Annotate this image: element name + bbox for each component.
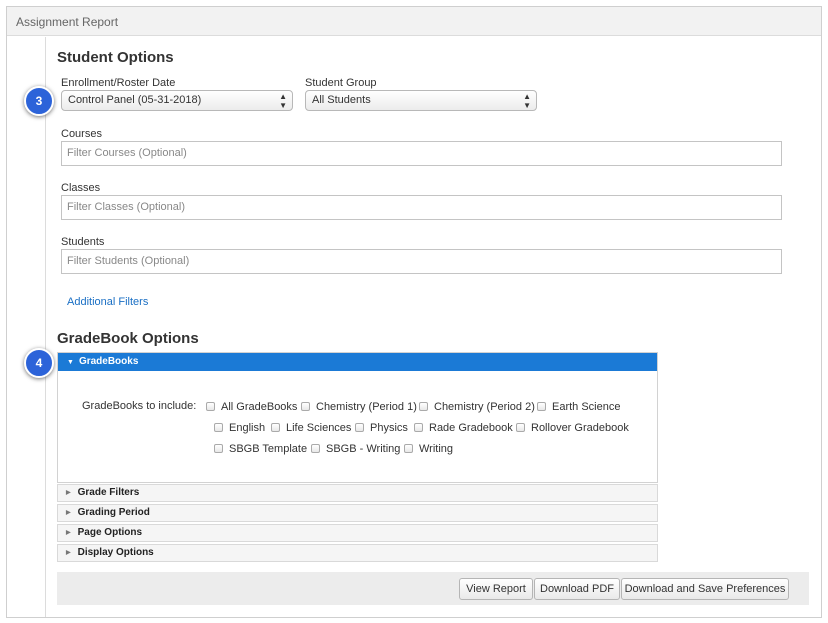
gradebook-checkbox[interactable]: SBGB - Writing (311, 442, 400, 456)
gradebook-checkbox[interactable]: Chemistry (Period 1) (301, 400, 417, 414)
checkbox-icon[interactable] (301, 402, 310, 411)
gradebook-checkbox[interactable]: Writing (404, 442, 453, 456)
title-bar: Assignment Report (7, 7, 821, 36)
checkbox-icon[interactable] (516, 423, 525, 432)
students-filter-input[interactable]: Filter Students (Optional) (61, 249, 782, 274)
view-report-button[interactable]: View Report (459, 578, 533, 600)
gradebooks-panel: ▼ GradeBooks (57, 352, 658, 483)
gradebooks-panel-header[interactable]: ▼ GradeBooks (58, 353, 657, 371)
checkbox-icon[interactable] (355, 423, 364, 432)
enrollment-date-label: Enrollment/Roster Date (61, 77, 176, 89)
classes-label: Classes (61, 182, 101, 194)
window-title: Assignment Report (16, 15, 119, 29)
checkbox-icon[interactable] (214, 444, 223, 453)
gradebook-options-heading: GradeBook Options (57, 330, 199, 347)
caret-right-icon: ▶ (66, 550, 71, 556)
checkbox-icon[interactable] (404, 444, 413, 453)
checkbox-icon[interactable] (206, 402, 215, 411)
student-options-heading: Student Options (57, 49, 174, 66)
section-grading-period[interactable]: ▶ Grading Period (57, 504, 658, 522)
gradebook-checkbox[interactable]: English (214, 421, 265, 435)
action-bar: View Report Download PDF Download and Sa… (57, 572, 809, 605)
classes-filter-input[interactable]: Filter Classes (Optional) (61, 195, 782, 220)
courses-label: Courses (61, 128, 102, 140)
gradebook-checkbox[interactable]: SBGB Template (214, 442, 307, 456)
left-divider (45, 37, 46, 617)
gradebook-checkbox[interactable]: Physics (355, 421, 408, 435)
checkbox-icon[interactable] (311, 444, 320, 453)
gradebook-checkbox[interactable]: Chemistry (Period 2) (419, 400, 535, 414)
student-group-select[interactable]: All Students ▲ ▼ (305, 90, 537, 111)
gradebook-checkbox[interactable]: Rollover Gradebook (516, 421, 629, 435)
step-badge-3: 3 (24, 86, 54, 116)
caret-right-icon: ▶ (66, 490, 71, 496)
checkbox-icon[interactable] (419, 402, 428, 411)
checkbox-icon[interactable] (271, 423, 280, 432)
gradebook-checkbox[interactable]: All GradeBooks (206, 400, 297, 414)
caret-right-icon: ▶ (66, 510, 71, 516)
gradebook-checkbox[interactable]: Life Sciences (271, 421, 351, 435)
section-page-options[interactable]: ▶ Page Options (57, 524, 658, 542)
checkbox-icon[interactable] (214, 423, 223, 432)
download-pdf-button[interactable]: Download PDF (534, 578, 620, 600)
checkbox-icon[interactable] (414, 423, 423, 432)
step-badge-4: 4 (24, 348, 54, 378)
gradebook-checkbox[interactable]: Rade Gradebook (414, 421, 513, 435)
enrollment-date-value: Control Panel (05-31-2018) (68, 94, 202, 106)
caret-down-icon: ▼ (67, 359, 74, 366)
student-group-label: Student Group (305, 77, 377, 89)
select-arrows-icon: ▲ ▼ (279, 92, 287, 110)
section-display-options[interactable]: ▶ Display Options (57, 544, 658, 562)
courses-filter-input[interactable]: Filter Courses (Optional) (61, 141, 782, 166)
additional-filters-link[interactable]: Additional Filters (67, 296, 148, 308)
download-save-preferences-button[interactable]: Download and Save Preferences (621, 578, 789, 600)
student-group-value: All Students (312, 94, 371, 106)
caret-right-icon: ▶ (66, 530, 71, 536)
enrollment-date-select[interactable]: Control Panel (05-31-2018) ▲ ▼ (61, 90, 293, 111)
gradebooks-include-label: GradeBooks to include: (82, 400, 197, 412)
students-label: Students (61, 236, 105, 248)
gradebooks-panel-title: GradeBooks (78, 356, 139, 367)
gradebook-checkbox[interactable]: Earth Science (537, 400, 620, 414)
select-arrows-icon: ▲ ▼ (523, 92, 531, 110)
checkbox-icon[interactable] (537, 402, 546, 411)
section-grade-filters[interactable]: ▶ Grade Filters (57, 484, 658, 502)
